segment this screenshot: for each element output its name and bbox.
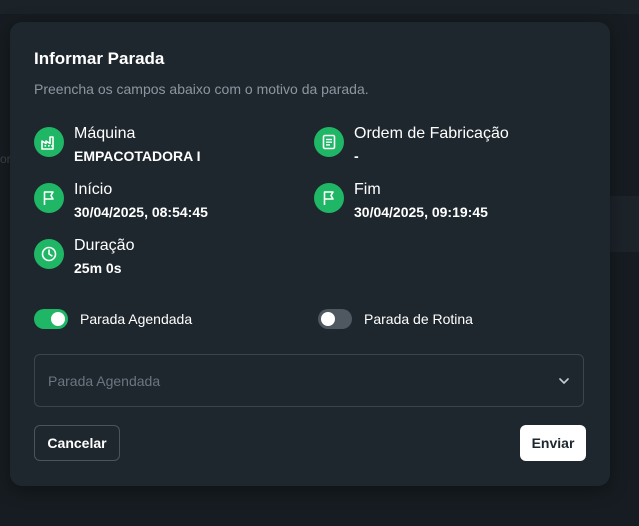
select-placeholder: Parada Agendada [48, 373, 161, 389]
start-label: Início [74, 181, 113, 198]
send-button[interactable]: Enviar [520, 425, 586, 461]
dialog-title: Informar Parada [34, 49, 165, 68]
start-value: 30/04/2025, 08:54:45 [74, 204, 208, 220]
stop-reason-select[interactable]: Parada Agendada [34, 354, 584, 407]
factory-icon [34, 127, 64, 157]
dialog-subtitle: Preencha os campos abaixo com o motivo d… [34, 81, 369, 97]
routine-stop-switch[interactable] [318, 309, 352, 329]
order-value: - [354, 148, 359, 164]
cancel-button[interactable]: Cancelar [34, 425, 120, 461]
machine-label: Máquina [74, 125, 136, 142]
scheduled-stop-label: Parada Agendada [80, 311, 193, 327]
routine-stop-toggle-row: Parada de Rotina [318, 308, 518, 330]
background-panel [609, 196, 639, 252]
chevron-down-icon [559, 378, 569, 384]
switch-knob [321, 312, 335, 326]
flag-icon [34, 183, 64, 213]
stop-report-dialog: Informar Parada Preencha os campos abaix… [10, 22, 610, 486]
background-header [0, 0, 639, 14]
end-label: Fim [354, 181, 381, 198]
machine-info: Máquina EMPACOTADORA I [34, 125, 294, 165]
switch-knob [51, 312, 65, 326]
scheduled-stop-switch[interactable] [34, 309, 68, 329]
scheduled-stop-toggle-row: Parada Agendada [34, 308, 234, 330]
flag-icon [314, 183, 344, 213]
end-value: 30/04/2025, 09:19:45 [354, 204, 488, 220]
routine-stop-label: Parada de Rotina [364, 311, 473, 327]
start-info: Início 30/04/2025, 08:54:45 [34, 181, 294, 221]
order-label: Ordem de Fabricação [354, 125, 509, 142]
duration-label: Duração [74, 237, 135, 254]
background-text-fragment: or [0, 152, 10, 166]
duration-info: Duração 25m 0s [34, 237, 294, 277]
machine-value: EMPACOTADORA I [74, 148, 201, 164]
end-info: Fim 30/04/2025, 09:19:45 [314, 181, 574, 221]
document-icon [314, 127, 344, 157]
order-info: Ordem de Fabricação - [314, 125, 574, 165]
clock-icon [34, 239, 64, 269]
duration-value: 25m 0s [74, 260, 122, 276]
